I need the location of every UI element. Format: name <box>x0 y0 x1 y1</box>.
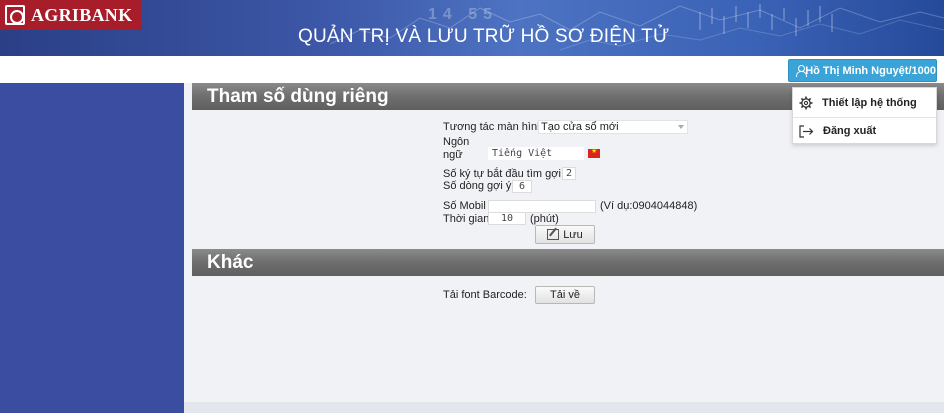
download-button-label: Tải về <box>550 289 580 301</box>
time-input[interactable]: 10 <box>488 212 526 225</box>
save-button[interactable]: Lưu <box>535 225 595 244</box>
agribank-logo-icon <box>5 5 25 25</box>
logo-text: AGRIBANK <box>31 4 133 25</box>
mobile-hint: (Ví dụ:0904044848) <box>600 200 698 212</box>
user-menu-button[interactable]: Hồ Thị Minh Nguyệt/1000 <box>788 59 937 82</box>
vietnam-flag-icon[interactable] <box>588 147 600 158</box>
agribank-logo[interactable]: AGRIBANK <box>0 0 142 30</box>
suggest-rows-input[interactable]: 6 <box>512 180 532 193</box>
mobile-label: Số Mobil <box>443 200 486 212</box>
logout-icon <box>799 124 814 138</box>
sidebar <box>0 83 184 413</box>
section-header-other: Khác <box>192 249 944 276</box>
barcode-font-label: Tải font Barcode: <box>443 289 527 301</box>
user-name: Hồ Thị Minh Nguyệt/1000 <box>805 64 936 77</box>
save-button-label: Lưu <box>563 228 583 241</box>
chevron-down-icon <box>678 125 684 129</box>
time-unit: (phút) <box>530 213 559 225</box>
menu-item-label: Thiết lập hệ thống <box>822 96 917 109</box>
bottom-strip <box>184 402 944 413</box>
ticker-numbers: 14 55 <box>428 6 499 23</box>
menu-item-logout[interactable]: Đăng xuất <box>793 117 936 144</box>
suggest-start-label: Số ký tự bắt đầu tìm gợi ý: <box>443 168 573 180</box>
screen-interaction-label: Tương tác màn hình: <box>443 121 547 133</box>
language-label-line1: Ngôn <box>443 136 470 148</box>
suggest-start-input[interactable]: 2 <box>562 167 576 180</box>
language-label-line2: ngữ <box>443 149 463 161</box>
user-bar: Hồ Thị Minh Nguyệt/1000 <box>0 56 944 83</box>
menu-item-system-settings[interactable]: Thiết lập hệ thống <box>793 89 936 116</box>
user-icon <box>795 65 808 77</box>
screen-interaction-value: Tạo cửa sổ mới <box>541 121 619 133</box>
language-field[interactable]: Tiếng Việt <box>488 147 584 160</box>
download-button[interactable]: Tải về <box>535 286 595 304</box>
suggest-rows-label: Số dòng gợi ý: <box>443 180 515 192</box>
screen-interaction-select[interactable]: Tạo cửa sổ mới <box>538 120 688 134</box>
user-dropdown-menu: Thiết lập hệ thống Đăng xuất <box>792 87 937 144</box>
header-banner: 14 55 AGRIBANK QUẢN TRỊ VÀ LƯU TRỮ HỒ SƠ… <box>0 0 944 56</box>
app-title: QUẢN TRỊ VÀ LƯU TRỮ HỒ SƠ ĐIỆN TỬ <box>298 26 670 47</box>
gear-icon <box>799 96 813 110</box>
menu-item-label: Đăng xuất <box>823 125 877 137</box>
edit-icon <box>547 229 560 240</box>
time-label: Thời gian <box>443 213 490 225</box>
